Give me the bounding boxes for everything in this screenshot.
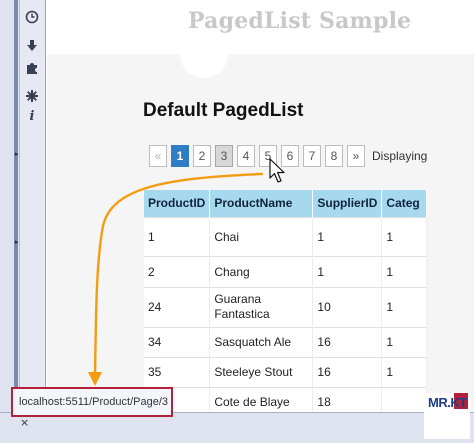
pager-next-button[interactable]: »: [347, 145, 365, 167]
pager-summary: Displaying: [372, 149, 428, 163]
logo-text: MR.KT: [428, 395, 467, 410]
puzzle-icon[interactable]: [22, 58, 42, 78]
status-url: localhost:5511/Product/Page/3: [11, 387, 173, 417]
table-cell: Chai: [209, 216, 314, 256]
table-row: 34 Sasquatch Ale 16 1: [144, 326, 427, 357]
clock-icon[interactable]: [22, 7, 42, 27]
column-header[interactable]: Categ: [381, 190, 427, 217]
table-cell: 1: [381, 286, 427, 327]
splitter-grip-top[interactable]: ▸: [15, 150, 19, 158]
column-header[interactable]: SupplierID: [312, 190, 383, 217]
pager-page-3[interactable]: 3: [215, 145, 233, 167]
table-cell: 10: [312, 286, 383, 327]
table-row: 2 Chang 1 1: [144, 255, 427, 287]
pager: « 1 2 3 4 5 6 7 8 » Displaying: [149, 145, 427, 167]
page-heading: Default PagedList: [143, 100, 304, 121]
table-cell: 1: [381, 216, 427, 256]
pager-page-7[interactable]: 7: [303, 145, 321, 167]
pager-prev-button[interactable]: «: [149, 145, 167, 167]
site-title: PagedList Sample: [188, 8, 412, 34]
table-cell: 1: [312, 255, 383, 287]
table-row: 35 Steeleye Stout 16 1: [144, 356, 427, 387]
table-cell: 24: [144, 286, 211, 327]
column-header[interactable]: ProductID: [144, 190, 211, 217]
table-row: 1 Chai 1 1: [144, 216, 427, 256]
developer-toolbar: i ▸ ▸: [0, 0, 46, 443]
watermark-logo: MR.KT: [424, 393, 470, 439]
table-cell: 1: [312, 216, 383, 256]
table-cell: 34: [144, 326, 211, 357]
pager-page-2[interactable]: 2: [193, 145, 211, 167]
download-icon[interactable]: [22, 36, 42, 56]
table-cell: 1: [381, 255, 427, 287]
table-cell: Chang: [209, 255, 314, 287]
table-cell: 16: [312, 326, 383, 357]
header-notch: [180, 30, 228, 78]
toolbar-strip: [14, 0, 18, 443]
pager-page-8[interactable]: 8: [325, 145, 343, 167]
table-cell: Guarana Fantastica: [209, 286, 314, 327]
close-icon[interactable]: ×: [20, 416, 29, 429]
table-row: 24 Guarana Fantastica 10 1: [144, 286, 427, 327]
splitter-grip-bottom[interactable]: ▸: [15, 238, 19, 246]
table-cell: 1: [381, 326, 427, 357]
site-header: PagedList Sample: [47, 0, 474, 54]
pager-page-4[interactable]: 4: [237, 145, 255, 167]
table-cell: Sasquatch Ale: [209, 326, 314, 357]
table-cell: 16: [312, 356, 383, 387]
table-cell: Steeleye Stout: [209, 356, 314, 387]
browser-window: i ▸ ▸ PagedList Sample Default PagedList…: [0, 0, 474, 443]
table-cell: 35: [144, 356, 211, 387]
table-cell: 2: [144, 255, 211, 287]
products-table: ProductID ProductName SupplierID Categ 1…: [144, 190, 427, 417]
pager-page-1[interactable]: 1: [171, 145, 189, 167]
column-header[interactable]: ProductName: [209, 190, 314, 217]
table-header-row: ProductID ProductName SupplierID Categ: [144, 190, 427, 217]
gear-icon[interactable]: [22, 86, 42, 106]
table-cell: 1: [144, 216, 211, 256]
cursor-icon: [269, 158, 285, 183]
info-icon[interactable]: i: [22, 106, 42, 126]
table-cell: 1: [381, 356, 427, 387]
